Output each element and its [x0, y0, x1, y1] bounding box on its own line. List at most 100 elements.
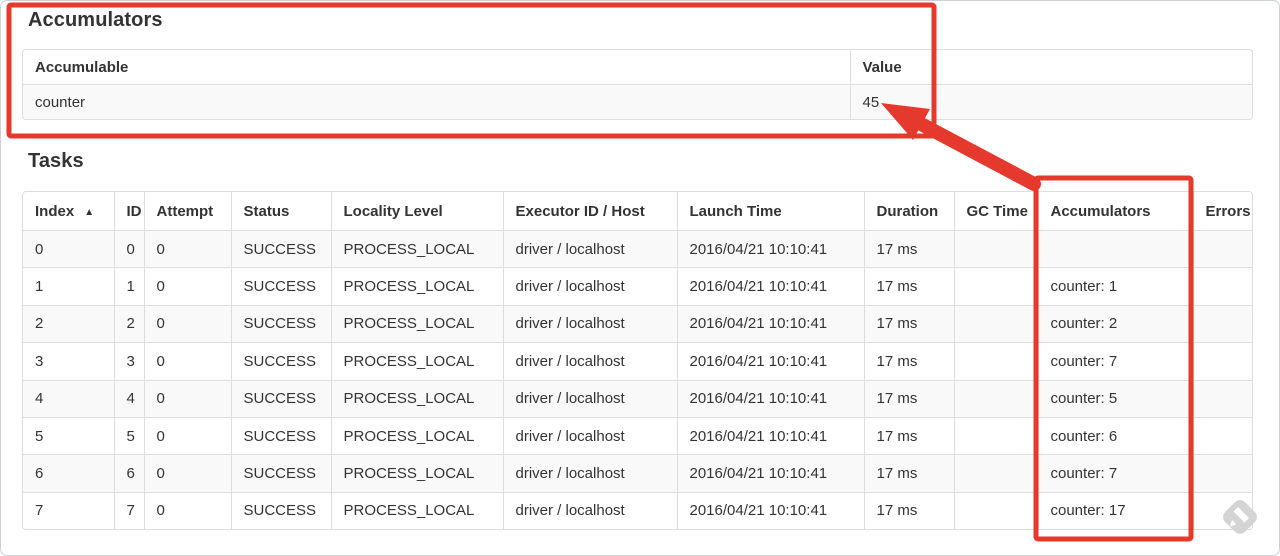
- cell-attempt: 0: [144, 492, 232, 530]
- task-row: 4 4 0 SUCCESS PROCESS_LOCAL driver / localhos…: [23, 380, 1252, 418]
- cell-attempt: 0: [144, 380, 232, 418]
- column-header-accumulable[interactable]: Accumulable: [23, 50, 851, 85]
- cell-executor-id-host: driver / localhost: [503, 305, 678, 344]
- cell-launch-time: 2016/04/21 10:10:41: [677, 305, 865, 344]
- cell-index: 4: [23, 380, 115, 418]
- cell-status: SUCCESS: [231, 230, 332, 269]
- cell-executor-id-host: driver / localhost: [503, 267, 678, 306]
- column-header-status[interactable]: Status: [231, 192, 332, 231]
- task-row: 0 0 0 SUCCESS PROCESS_LOCAL driver / localhos…: [23, 230, 1252, 269]
- cell-status: SUCCESS: [231, 267, 332, 306]
- column-header-duration[interactable]: Duration: [864, 192, 955, 231]
- column-header-launch-time[interactable]: Launch Time: [677, 192, 865, 231]
- column-header-index[interactable]: Index ▲: [23, 192, 115, 231]
- cell-accumulators: counter: 7: [1038, 342, 1194, 381]
- cell-status: SUCCESS: [231, 417, 332, 456]
- cell-locality-level: PROCESS_LOCAL: [331, 454, 504, 493]
- cell-errors: [1193, 230, 1252, 269]
- cell-gc-time: [954, 454, 1039, 493]
- cell-status: SUCCESS: [231, 305, 332, 344]
- cell-errors: [1193, 380, 1252, 418]
- column-header-gc-time[interactable]: GC Time: [954, 192, 1039, 231]
- cell-duration: 17 ms: [864, 267, 955, 306]
- cell-id: 6: [114, 454, 145, 493]
- cell-errors: [1193, 342, 1252, 381]
- cell-id: 3: [114, 342, 145, 381]
- tasks-heading: Tasks: [28, 150, 84, 172]
- spark-stage-page: Accumulators Accumulable Value counter 4…: [0, 0, 1280, 556]
- cell-index: 0: [23, 230, 115, 269]
- cell-accumulators: counter: 1: [1038, 267, 1194, 306]
- cell-gc-time: [954, 267, 1039, 306]
- cell-index: 5: [23, 417, 115, 456]
- sort-ascending-icon: ▲: [84, 206, 95, 218]
- cell-executor-id-host: driver / localhost: [503, 492, 678, 530]
- tasks-tbody: 0 0 0 SUCCESS PROCESS_LOCAL driver / localhos…: [23, 230, 1252, 530]
- cell-errors: [1193, 267, 1252, 306]
- task-row: 7 7 0 SUCCESS PROCESS_LOCAL driver / localhos…: [23, 492, 1252, 530]
- cell-status: SUCCESS: [231, 380, 332, 418]
- column-header-id[interactable]: ID: [114, 192, 145, 231]
- cell-attempt: 0: [144, 267, 232, 306]
- cell-attempt: 0: [144, 454, 232, 493]
- column-header-executor-id-host[interactable]: Executor ID / Host: [503, 192, 678, 231]
- cell-accumulators: counter: 5: [1038, 380, 1194, 418]
- task-row: 5 5 0 SUCCESS PROCESS_LOCAL driver / localhos…: [23, 417, 1252, 456]
- annotation-arrow-shaft: [914, 117, 1041, 191]
- column-header-index-label: Index: [35, 202, 75, 220]
- cell-executor-id-host: driver / localhost: [503, 417, 678, 456]
- cell-locality-level: PROCESS_LOCAL: [331, 380, 504, 418]
- column-header-value[interactable]: Value: [850, 50, 1252, 85]
- cell-gc-time: [954, 380, 1039, 418]
- cell-accumulators: counter: 7: [1038, 454, 1194, 493]
- cell-locality-level: PROCESS_LOCAL: [331, 417, 504, 456]
- cell-attempt: 0: [144, 417, 232, 456]
- cell-locality-level: PROCESS_LOCAL: [331, 342, 504, 381]
- cell-duration: 17 ms: [864, 380, 955, 418]
- accumulators-header-row: Accumulable Value: [23, 50, 1252, 85]
- tasks-header-row: Index ▲ ID Attempt Status Locality Level …: [23, 192, 1252, 231]
- column-header-attempt[interactable]: Attempt: [144, 192, 232, 231]
- accumulator-row: counter 45: [23, 84, 1252, 119]
- accumulators-table: Accumulable Value counter 45: [22, 49, 1253, 120]
- cell-accumulators: counter: 6: [1038, 417, 1194, 456]
- column-header-errors[interactable]: Errors: [1193, 192, 1252, 231]
- cell-accumulators: counter: 2: [1038, 305, 1194, 344]
- cell-gc-time: [954, 342, 1039, 381]
- cell-duration: 17 ms: [864, 492, 955, 530]
- cell-attempt: 0: [144, 230, 232, 269]
- cell-duration: 17 ms: [864, 342, 955, 381]
- cell-gc-time: [954, 305, 1039, 344]
- cell-attempt: 0: [144, 342, 232, 381]
- cell-launch-time: 2016/04/21 10:10:41: [677, 454, 865, 493]
- column-header-locality-level[interactable]: Locality Level: [331, 192, 504, 231]
- cell-errors: [1193, 417, 1252, 456]
- cell-gc-time: [954, 417, 1039, 456]
- cell-accumulable: counter: [23, 84, 851, 119]
- task-row: 6 6 0 SUCCESS PROCESS_LOCAL driver / localhos…: [23, 454, 1252, 493]
- cell-index: 6: [23, 454, 115, 493]
- cell-id: 2: [114, 305, 145, 344]
- cell-executor-id-host: driver / localhost: [503, 380, 678, 418]
- cell-status: SUCCESS: [231, 342, 332, 381]
- cell-launch-time: 2016/04/21 10:10:41: [677, 492, 865, 530]
- cell-id: 1: [114, 267, 145, 306]
- task-row: 2 2 0 SUCCESS PROCESS_LOCAL driver / localhos…: [23, 305, 1252, 344]
- cell-gc-time: [954, 492, 1039, 530]
- cell-index: 1: [23, 267, 115, 306]
- cell-id: 5: [114, 417, 145, 456]
- cell-executor-id-host: driver / localhost: [503, 342, 678, 381]
- cell-gc-time: [954, 230, 1039, 269]
- cell-launch-time: 2016/04/21 10:10:41: [677, 267, 865, 306]
- cell-index: 3: [23, 342, 115, 381]
- cell-index: 2: [23, 305, 115, 344]
- cell-executor-id-host: driver / localhost: [503, 230, 678, 269]
- accumulators-heading: Accumulators: [28, 9, 163, 31]
- cell-launch-time: 2016/04/21 10:10:41: [677, 417, 865, 456]
- cell-duration: 17 ms: [864, 417, 955, 456]
- cell-errors: [1193, 454, 1252, 493]
- tasks-table: Index ▲ ID Attempt Status Locality Level …: [22, 191, 1253, 531]
- cell-locality-level: PROCESS_LOCAL: [331, 305, 504, 344]
- cell-errors: [1193, 305, 1252, 344]
- column-header-accumulators[interactable]: Accumulators: [1038, 192, 1194, 231]
